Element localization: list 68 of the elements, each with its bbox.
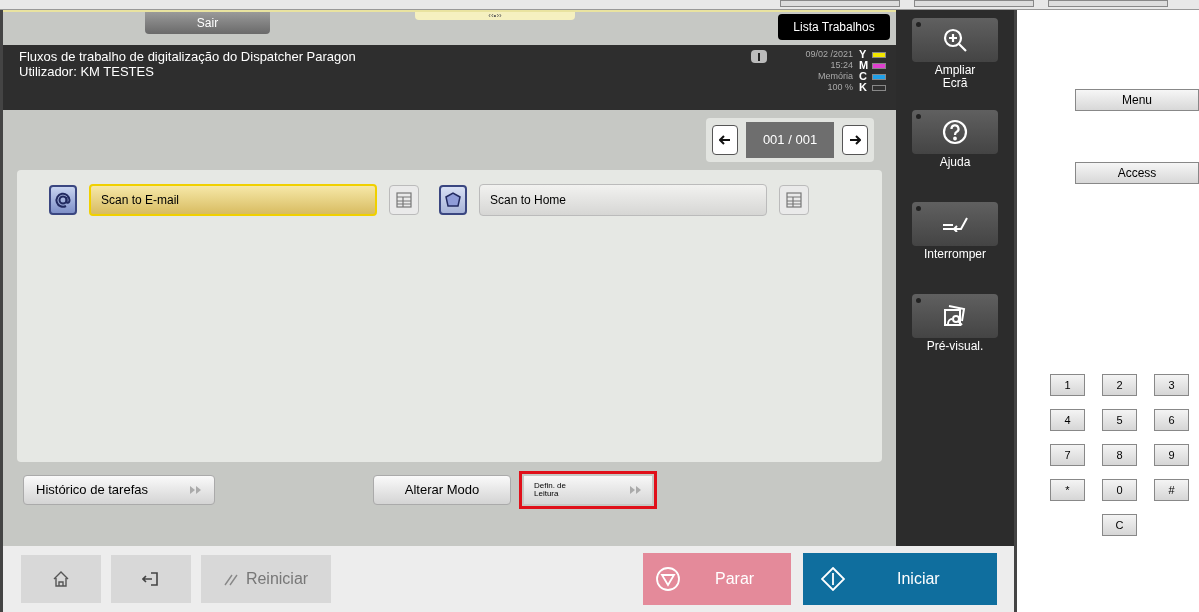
- function-button[interactable]: Histórico de tarefas: [23, 474, 215, 505]
- user-name: Utilizador: KM TESTES: [19, 64, 155, 79]
- panel-handle[interactable]: ‹‹•››: [415, 12, 575, 20]
- start-button[interactable]: Iniciar: [803, 553, 997, 605]
- keypad-key[interactable]: 5: [1102, 409, 1137, 431]
- preview-icon: [942, 303, 968, 329]
- keypad-key[interactable]: 7: [1050, 444, 1085, 466]
- side-button-label: Interromper: [924, 248, 986, 261]
- next-page-button[interactable]: [842, 125, 868, 155]
- side-button-label: Ampliar Ecrã: [934, 64, 976, 90]
- side-button[interactable]: [912, 202, 998, 246]
- keypad-key[interactable]: 3: [1154, 374, 1189, 396]
- slash-icon: [223, 572, 238, 586]
- panel-button[interactable]: Menu: [1075, 89, 1199, 111]
- panel-button[interactable]: Access: [1075, 162, 1199, 184]
- toner-letter: C: [859, 71, 868, 82]
- list-icon[interactable]: [779, 185, 809, 215]
- stop-icon: [655, 566, 681, 592]
- memory-value: 100 %: [827, 82, 853, 93]
- side-button[interactable]: [912, 18, 998, 62]
- toner-letter: Y: [859, 49, 868, 60]
- help-icon: [942, 119, 968, 145]
- keypad-key[interactable]: 4: [1050, 409, 1085, 431]
- side-button-label: Ajuda: [939, 156, 971, 169]
- workflow-button[interactable]: Scan to Home: [479, 184, 767, 216]
- workflow-button[interactable]: Scan to E-mail: [89, 184, 377, 216]
- interrupt-icon: [941, 216, 969, 232]
- zoom-in-icon: [942, 27, 968, 53]
- keypad-key[interactable]: #: [1154, 479, 1189, 501]
- start-icon: [821, 567, 845, 591]
- workflow-title: Fluxos de trabalho de digitalização do Dispatcher Paragon: [19, 49, 356, 64]
- keypad-key[interactable]: 9: [1154, 444, 1189, 466]
- function-button[interactable]: Alterar Modo: [373, 474, 511, 505]
- toner-letter: M: [859, 60, 868, 71]
- keypad-key[interactable]: 0: [1102, 479, 1137, 501]
- right-arrow-icon: [849, 135, 861, 145]
- home-icon: [52, 570, 70, 588]
- toolbar-button[interactable]: [780, 0, 900, 7]
- list-icon[interactable]: [389, 185, 419, 215]
- exit-button[interactable]: Sair: [145, 12, 270, 34]
- left-arrow-icon: [719, 135, 731, 145]
- memory-label: Memória: [818, 71, 853, 82]
- side-button[interactable]: [912, 110, 998, 154]
- double-arrow-icon: [630, 485, 642, 494]
- keypad-key[interactable]: 2: [1102, 374, 1137, 396]
- keypad-key[interactable]: 6: [1154, 409, 1189, 431]
- previous-page-button[interactable]: [712, 125, 738, 155]
- keypad-key[interactable]: 8: [1102, 444, 1137, 466]
- toolbar-button[interactable]: [914, 0, 1034, 7]
- date-text: 09/02 /2021: [805, 49, 853, 60]
- keypad-key[interactable]: C: [1102, 514, 1137, 536]
- time-text: 15:24: [830, 60, 853, 71]
- side-button[interactable]: [912, 294, 998, 338]
- folder-icon: [439, 185, 467, 215]
- email-icon: [49, 185, 77, 215]
- function-button[interactable]: Defin. de Leitura: [519, 470, 657, 509]
- alert-icon[interactable]: [751, 50, 768, 63]
- double-arrow-icon: [190, 485, 202, 494]
- side-button-label: Pré-visual.: [926, 340, 984, 353]
- toner-letter: K: [859, 82, 868, 93]
- toolbar-button[interactable]: [1048, 0, 1168, 7]
- keypad-key[interactable]: 1: [1050, 374, 1085, 396]
- logout-button[interactable]: [111, 555, 191, 603]
- logout-icon: [142, 570, 160, 588]
- page-counter: 001 / 001: [746, 122, 834, 158]
- keypad-key[interactable]: *: [1050, 479, 1085, 501]
- job-list-button[interactable]: Lista Trabalhos: [778, 14, 890, 40]
- home-button[interactable]: [21, 555, 101, 603]
